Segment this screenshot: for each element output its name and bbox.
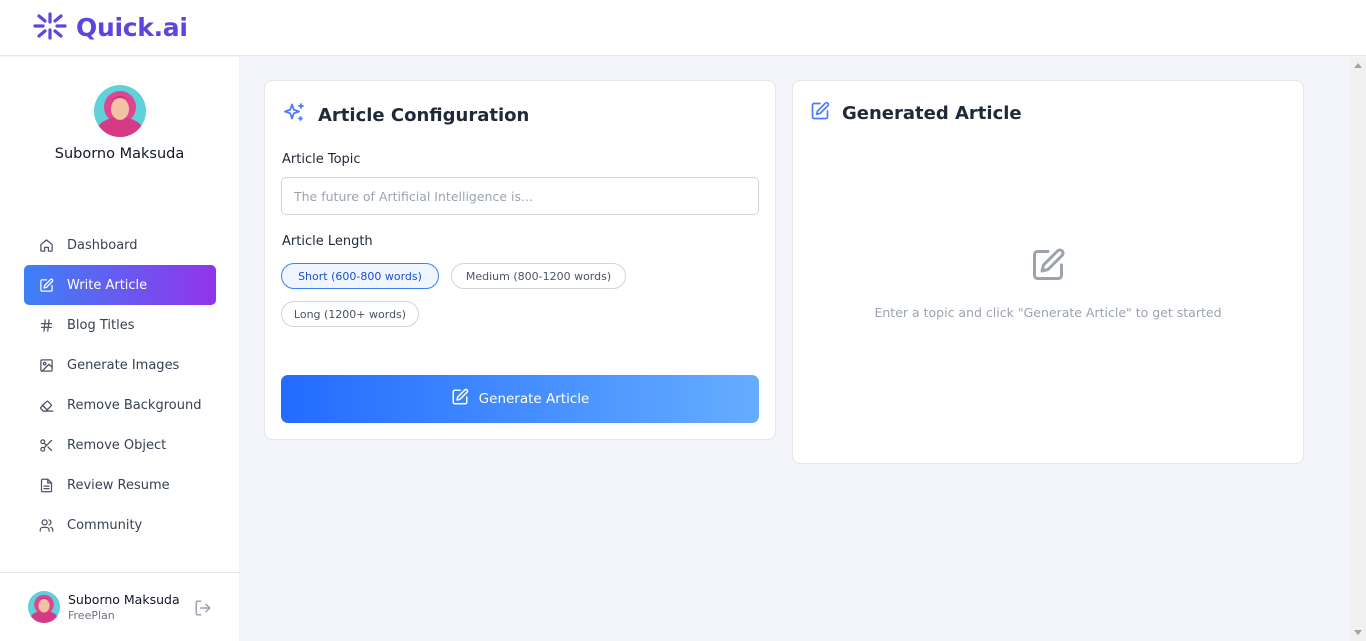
scissors-icon: [38, 437, 54, 453]
sidebar-item-label: Write Article: [67, 277, 148, 293]
image-icon: [38, 357, 54, 373]
users-icon: [38, 517, 54, 533]
sidebar-item-blog-titles[interactable]: Blog Titles: [24, 305, 216, 345]
hash-icon: [38, 317, 54, 333]
sidebar-item-remove-object[interactable]: Remove Object: [24, 425, 216, 465]
user-footer: Suborno Maksuda FreePlan: [0, 572, 240, 641]
article-config-card: Article Configuration Article Topic Arti…: [264, 80, 776, 440]
file-text-icon: [38, 477, 54, 493]
article-topic-label: Article Topic: [282, 152, 361, 167]
generate-article-button[interactable]: Generate Article: [281, 375, 759, 423]
edit-icon: [810, 101, 830, 125]
profile-name: Suborno Maksuda: [54, 146, 185, 162]
sidebar-item-dashboard[interactable]: Dashboard: [24, 225, 216, 265]
result-header: Generated Article: [810, 101, 1022, 125]
sidebar-item-community[interactable]: Community: [24, 505, 216, 545]
sidebar-item-label: Remove Object: [67, 437, 167, 453]
logout-icon[interactable]: [194, 599, 212, 621]
eraser-icon: [38, 397, 54, 413]
logo[interactable]: Quick.ai: [32, 11, 188, 45]
article-topic-input[interactable]: [281, 177, 759, 215]
user-name: Suborno Maksuda: [68, 592, 180, 607]
result-title: Generated Article: [842, 102, 1022, 124]
scroll-up-icon[interactable]: [1354, 63, 1362, 68]
user-plan: FreePlan: [68, 609, 115, 622]
scroll-down-icon[interactable]: [1354, 630, 1362, 635]
config-title: Article Configuration: [318, 104, 530, 126]
length-option-label: Long (1200+ words): [293, 307, 407, 321]
sparkles-icon: [282, 101, 306, 129]
sidebar: Suborno Maksuda Dashboard Write Article …: [0, 57, 240, 641]
sidebar-item-remove-background[interactable]: Remove Background: [24, 385, 216, 425]
article-length-label: Article Length: [282, 234, 373, 249]
avatar[interactable]: [93, 85, 146, 137]
empty-state: Enter a topic and click "Generate Articl…: [793, 247, 1303, 320]
generated-article-card: Generated Article Enter a topic and clic…: [792, 80, 1304, 464]
sidebar-profile: Suborno Maksuda: [0, 57, 239, 162]
sidebar-item-label: Remove Background: [67, 397, 202, 413]
edit-icon: [451, 388, 469, 410]
sidebar-item-generate-images[interactable]: Generate Images: [24, 345, 216, 385]
sidebar-item-review-resume[interactable]: Review Resume: [24, 465, 216, 505]
top-bar: Quick.ai: [0, 0, 1366, 56]
logo-text: Quick.ai: [76, 13, 188, 42]
length-option-label: Medium (800-1200 words): [465, 269, 612, 283]
sidebar-item-label: Blog Titles: [67, 317, 135, 333]
sidebar-nav: Dashboard Write Article Blog Titles Gene…: [24, 225, 216, 545]
edit-icon: [1030, 247, 1066, 287]
home-icon: [38, 237, 54, 253]
length-option-long[interactable]: Long (1200+ words): [281, 301, 419, 327]
length-option-medium[interactable]: Medium (800-1200 words): [451, 263, 626, 289]
scrollbar[interactable]: [1350, 57, 1366, 641]
sidebar-item-label: Generate Images: [67, 357, 180, 373]
empty-state-text: Enter a topic and click "Generate Articl…: [874, 305, 1222, 320]
length-option-label: Short (600-800 words): [298, 269, 422, 283]
length-option-short[interactable]: Short (600-800 words): [281, 263, 439, 289]
config-header: Article Configuration: [282, 101, 529, 129]
sidebar-item-label: Community: [67, 517, 143, 533]
sparkle-logo-icon: [32, 11, 68, 45]
edit-icon: [38, 277, 54, 293]
sidebar-item-write-article[interactable]: Write Article: [24, 265, 216, 305]
sidebar-item-label: Review Resume: [67, 477, 170, 493]
avatar[interactable]: [28, 591, 60, 623]
generate-article-label: Generate Article: [478, 391, 590, 407]
user-info: Suborno Maksuda FreePlan: [68, 592, 180, 622]
sidebar-item-label: Dashboard: [67, 237, 138, 253]
